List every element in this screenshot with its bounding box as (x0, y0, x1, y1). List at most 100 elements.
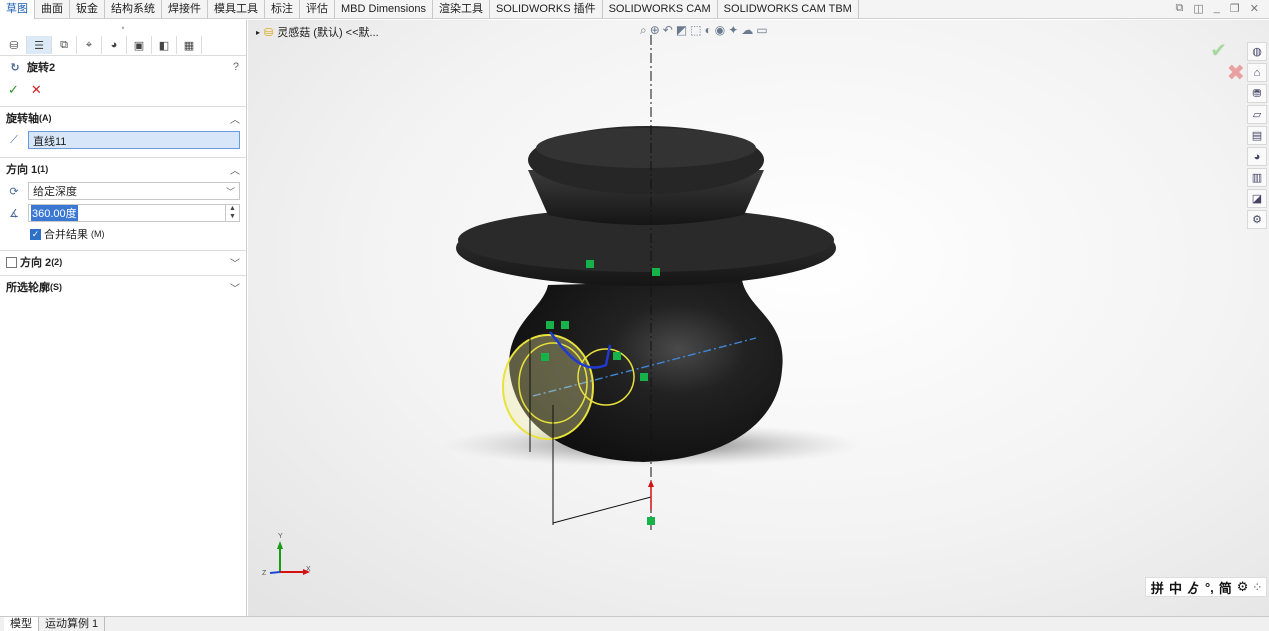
angle-row: ∡ 360.00度 ▲ ▼ (0, 202, 246, 224)
reverse-direction-icon[interactable]: ⟳ (6, 183, 22, 199)
spinner-arrows-icon[interactable]: ▲ ▼ (225, 205, 239, 221)
chevron-down-icon[interactable]: ﹀ (230, 280, 240, 295)
relation-marker[interactable] (647, 517, 655, 525)
display-manager-icon[interactable]: ◕ (102, 36, 127, 54)
tab-structure-system[interactable]: 结构系统 (105, 0, 162, 19)
tab-surfaces[interactable]: 曲面 (35, 0, 70, 19)
chevron-down-icon[interactable]: ﹀ (230, 255, 240, 270)
feature-manager-icon[interactable]: ⛁ (2, 36, 27, 54)
angle-icon: ∡ (9, 207, 19, 220)
merge-result-checkbox[interactable]: ✓ (30, 228, 41, 240)
chevron-down-icon: ﹀ (225, 186, 235, 197)
cam-operation-tree-icon[interactable]: ◧ (152, 36, 177, 54)
graphics-area[interactable]: ▸ ⛁ 灵感菇 (默认) <<默... ⌕ ⊕ ↶ ◩ ⬚ ◐ ◉ ✦ ☁ ▭ … (248, 20, 1269, 616)
minimize-icon[interactable]: _ (1214, 2, 1220, 15)
feature-title: 旋转2 (27, 62, 56, 74)
relation-marker[interactable] (652, 268, 660, 276)
triad-z-label: Z (262, 570, 267, 577)
tab-mbd-dimensions[interactable]: MBD Dimensions (335, 0, 433, 19)
cam-tool-tree-icon[interactable]: ▦ (177, 36, 202, 54)
restore-icon[interactable]: ❐ (1230, 2, 1240, 15)
relation-marker[interactable] (541, 353, 549, 361)
triad-y-label: Y (278, 533, 283, 540)
ok-cancel-row: ✓ ✕ (0, 78, 246, 100)
model-cap-highlight (536, 128, 756, 168)
direction2-label: 方向 2 (20, 257, 52, 269)
direction2-header[interactable]: 方向 2 (2) ﹀ (0, 251, 246, 273)
command-manager-tabs: 草图 曲面 钣金 结构系统 焊接件 模具工具 标注 评估 MBD Dimensi… (0, 0, 1269, 19)
chevron-up-icon[interactable]: ︿ (230, 162, 240, 177)
direction1-key: (1) (37, 164, 49, 174)
property-manager: • ⛁ ☰ ⧉ ⌖ ◕ ▣ ◧ ▦ ↻ 旋转2 ? ✓ ✕ 旋转轴 (A) ︿ … (0, 20, 247, 616)
restore-pane-icon[interactable]: ⧉ (1176, 2, 1184, 15)
triad-y-head (277, 541, 283, 549)
contours-section: 所选轮廓 (S) ﹀ (0, 275, 246, 298)
tile-icon[interactable]: ◫ (1193, 2, 1203, 15)
ime-settings-icon[interactable]: ⚙ (1237, 579, 1249, 595)
tab-mold-tools[interactable]: 模具工具 (208, 0, 265, 19)
tab-addins[interactable]: SOLIDWORKS 插件 (490, 0, 603, 19)
window-controls: ⧉ ◫ _ ❐ ✕ (1176, 2, 1259, 15)
tab-render-tools[interactable]: 渲染工具 (433, 0, 490, 19)
end-condition-select[interactable]: 给定深度 ﹀ (28, 182, 240, 200)
close-icon[interactable]: ✕ (1250, 2, 1259, 15)
contours-header[interactable]: 所选轮廓 (S) ﹀ (0, 276, 246, 298)
triad-z-axis (269, 571, 281, 574)
relation-marker[interactable] (640, 373, 648, 381)
ime-moon-icon[interactable]: ゟ (1187, 578, 1200, 597)
direction1-section: 方向 1 (1) ︿ ⟳ 给定深度 ﹀ ∡ 360.00度 ▲ ▼ ✓ 合并结果 … (0, 157, 246, 244)
tab-sketch[interactable]: 草图 (0, 0, 35, 19)
tab-sheet-metal[interactable]: 钣金 (70, 0, 105, 19)
origin-arrowhead (648, 480, 654, 487)
relation-marker[interactable] (546, 321, 554, 329)
axis-section-header[interactable]: 旋转轴 (A) ︿ (0, 107, 246, 129)
ime-more-icon[interactable]: ⁘ (1253, 582, 1261, 593)
direction1-header[interactable]: 方向 1 (1) ︿ (0, 158, 246, 180)
ime-pinyin-icon[interactable]: 拼 (1151, 578, 1164, 597)
axis-section-key: (A) (39, 113, 52, 123)
direction2-key: (2) (51, 257, 63, 267)
direction2-section: 方向 2 (2) ﹀ (0, 250, 246, 273)
relation-marker[interactable] (561, 321, 569, 329)
tab-cam[interactable]: SOLIDWORKS CAM (603, 0, 718, 19)
relation-marker[interactable] (586, 260, 594, 268)
tab-model[interactable]: 模型 (4, 617, 39, 631)
configuration-manager-icon[interactable]: ⧉ (52, 36, 77, 54)
revolve-icon: ↻ (10, 61, 20, 74)
model-view[interactable]: X Y Z (248, 20, 1269, 616)
tab-evaluate[interactable]: 评估 (300, 0, 335, 19)
tab-markup[interactable]: 标注 (265, 0, 300, 19)
help-icon[interactable]: ? (233, 61, 239, 73)
panel-grip[interactable]: • (0, 20, 246, 36)
ok-button[interactable]: ✓ (8, 82, 19, 97)
chevron-up-icon[interactable]: ︿ (230, 111, 240, 126)
feature-title-row: ↻ 旋转2 ? (0, 56, 246, 78)
cancel-button[interactable]: ✕ (31, 82, 42, 97)
ime-punct-icon[interactable]: °, (1205, 580, 1214, 595)
property-manager-icon[interactable]: ☰ (27, 36, 52, 54)
dimxpert-icon[interactable]: ⌖ (77, 36, 102, 54)
end-condition-value: 给定深度 (33, 186, 77, 198)
axis-section: 旋转轴 (A) ︿ ⟋ 直线11 (0, 106, 246, 151)
bottom-tabs: 模型 运动算例 1 (0, 616, 1269, 631)
direction1-label: 方向 1 (6, 164, 38, 176)
axis-selection-box[interactable]: 直线11 (28, 131, 240, 149)
angle-value[interactable]: 360.00度 (31, 205, 78, 221)
axis-line-icon: ⟋ (10, 133, 18, 146)
tab-motion-study[interactable]: 运动算例 1 (39, 617, 106, 631)
merge-result-checkbox-row[interactable]: ✓ 合并结果 (M) (0, 224, 246, 244)
relation-marker[interactable] (613, 352, 621, 360)
angle-spinner[interactable]: 360.00度 ▲ ▼ (28, 204, 240, 222)
cam-feature-tree-icon[interactable]: ▣ (127, 36, 152, 54)
direction2-checkbox[interactable] (6, 256, 17, 268)
tab-cam-tbm[interactable]: SOLIDWORKS CAM TBM (718, 0, 859, 19)
ime-simplified-icon[interactable]: 简 (1219, 578, 1232, 597)
axis-field-row: ⟋ 直线11 (0, 129, 246, 151)
axis-section-label: 旋转轴 (6, 113, 39, 125)
contours-label: 所选轮廓 (6, 282, 50, 294)
triad-x-label: X (306, 566, 311, 573)
ime-chinese-icon[interactable]: 中 (1169, 578, 1182, 597)
end-condition-row: ⟳ 给定深度 ﹀ (0, 180, 246, 202)
tab-weldments[interactable]: 焊接件 (162, 0, 208, 19)
ime-toolbar[interactable]: 拼 中 ゟ °, 简 ⚙ ⁘ (1144, 577, 1267, 597)
